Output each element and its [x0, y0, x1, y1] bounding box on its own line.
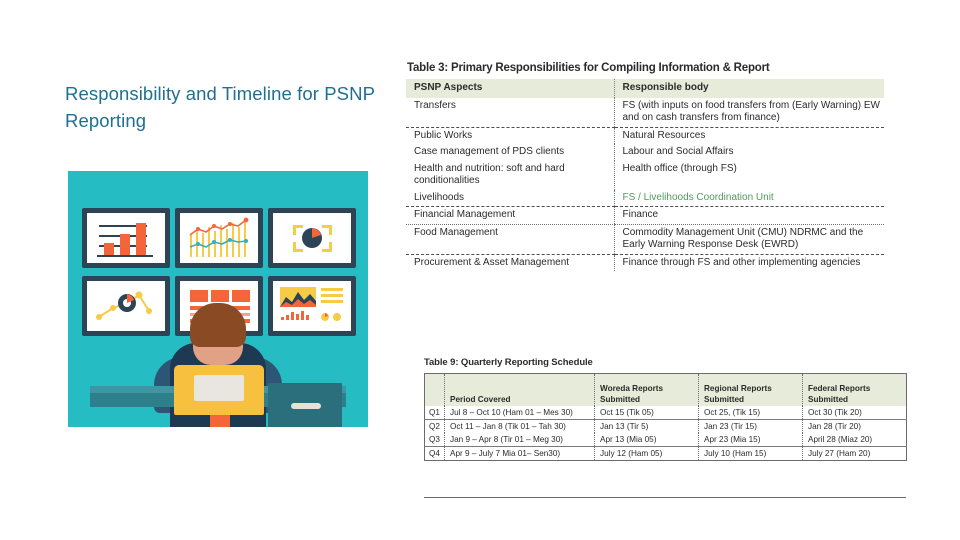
period-cell: Jul 8 – Oct 10 (Ham 01 – Mes 30) — [445, 406, 595, 420]
table-primary-responsibilities: PSNP Aspects Responsible body Transfers … — [406, 79, 884, 271]
body-cell: FS (with inputs on food transfers from (… — [614, 98, 884, 128]
data-analyst-dashboard-illustration — [68, 171, 368, 427]
table9-caption: Table 9: Quarterly Reporting Schedule — [424, 357, 593, 368]
table-quarterly-reporting-schedule: Period Covered Woreda Reports Submitted … — [424, 373, 907, 461]
table-row: Public Works Natural Resources — [406, 127, 884, 144]
period-cell: Oct 11 – Jan 8 (Tik 01 – Tah 30) — [445, 420, 595, 434]
table9-bottom-border — [424, 497, 906, 498]
aspect-cell: Health and nutrition: soft and hard cond… — [406, 161, 614, 190]
woreda-cell: Oct 15 (Tik 05) — [595, 406, 699, 420]
col-federal-line2: Submitted — [808, 395, 848, 404]
body-cell-livelihoods: FS / Livelihoods Coordination Unit — [614, 190, 884, 207]
body-cell: Health office (through FS) — [614, 161, 884, 190]
table-row: Q4 Apr 9 – July 7 Mia 01– Sen30) July 12… — [425, 447, 907, 461]
table3-caption: Table 3: Primary Responsibilities for Co… — [407, 62, 770, 74]
trend-lines-svg — [180, 213, 258, 263]
table3-header-row: PSNP Aspects Responsible body — [406, 79, 884, 98]
body-cell: Natural Resources — [614, 127, 884, 144]
table9-col-period: Period Covered — [445, 374, 595, 407]
scatter-donut-screen — [87, 281, 165, 331]
table9-header-row: Period Covered Woreda Reports Submitted … — [425, 374, 907, 407]
area-chart-monitor — [268, 276, 356, 336]
table-row: Financial Management Finance — [406, 207, 884, 225]
federal-cell: July 27 (Ham 20) — [803, 447, 907, 461]
table-row: Q2 Oct 11 – Jan 8 (Tik 01 – Tah 30) Jan … — [425, 420, 907, 434]
woreda-cell: Apr 13 (Mia 05) — [595, 433, 699, 447]
period-cell: Jan 9 – Apr 8 (Tir 01 – Meg 30) — [445, 433, 595, 447]
scatter-donut-monitor — [82, 276, 170, 336]
period-cell: Apr 9 – July 7 Mia 01– Sen30) — [445, 447, 595, 461]
pie-icon — [273, 213, 351, 263]
aspect-cell: Financial Management — [406, 207, 614, 225]
federal-cell: Oct 30 (Tik 20) — [803, 406, 907, 420]
area-svg — [273, 281, 351, 331]
table9-col-regional: Regional Reports Submitted — [699, 374, 803, 407]
bar-chart-screen — [87, 213, 165, 263]
bar-1 — [104, 243, 114, 255]
bar-chart-monitor — [82, 208, 170, 268]
aspect-cell: Livelihoods — [406, 190, 614, 207]
bar-3 — [136, 223, 146, 255]
pie-focus-monitor — [268, 208, 356, 268]
col-woreda-line2: Submitted — [600, 395, 640, 404]
table-row: Procurement & Asset Management Finance t… — [406, 254, 884, 271]
quarter-cell: Q4 — [425, 447, 445, 461]
area-chart-screen — [273, 281, 351, 331]
aspect-cell: Public Works — [406, 127, 614, 144]
table9-col-federal: Federal Reports Submitted — [803, 374, 907, 407]
line-chart-monitor — [175, 208, 263, 268]
quarter-cell: Q3 — [425, 433, 445, 447]
table-row: Health and nutrition: soft and hard cond… — [406, 161, 884, 190]
body-cell: Labour and Social Affairs — [614, 144, 884, 161]
col-woreda-line1: Woreda Reports — [600, 384, 663, 393]
regional-cell: July 10 (Ham 15) — [699, 447, 803, 461]
col-period-line2: Period Covered — [450, 395, 511, 404]
body-cell: Finance through FS and other implementin… — [614, 254, 884, 271]
col-regional-line1: Regional Reports — [704, 384, 772, 393]
table3-col-psnp-aspects: PSNP Aspects — [406, 79, 614, 98]
federal-cell: Jan 28 (Tir 20) — [803, 420, 907, 434]
scatter-svg — [87, 281, 165, 331]
table-row: Transfers FS (with inputs on food transf… — [406, 98, 884, 128]
person-hair — [190, 303, 246, 347]
table-row: Livelihoods FS / Livelihoods Coordinatio… — [406, 190, 884, 207]
table9-col-woreda: Woreda Reports Submitted — [595, 374, 699, 407]
col-federal-line1: Federal Reports — [808, 384, 870, 393]
woreda-cell: July 12 (Ham 05) — [595, 447, 699, 461]
drawer-handle — [291, 403, 321, 409]
aspect-cell: Transfers — [406, 98, 614, 128]
aspect-cell: Procurement & Asset Management — [406, 254, 614, 271]
quarter-cell: Q1 — [425, 406, 445, 420]
aspect-cell: Food Management — [406, 224, 614, 254]
quarter-cell: Q2 — [425, 420, 445, 434]
aspect-cell: Case management of PDS clients — [406, 144, 614, 161]
woreda-cell: Jan 13 (Tir 5) — [595, 420, 699, 434]
page-title: Responsibility and Timeline for PSNP Rep… — [65, 80, 385, 134]
bar-2 — [120, 234, 130, 255]
pie-focus-screen — [273, 213, 351, 263]
regional-cell: Apr 23 (Mia 15) — [699, 433, 803, 447]
body-cell: Finance — [614, 207, 884, 225]
regional-cell: Oct 25, (Tik 15) — [699, 406, 803, 420]
body-cell: Commodity Management Unit (CMU) NDRMC an… — [614, 224, 884, 254]
table-row: Q3 Jan 9 – Apr 8 (Tir 01 – Meg 30) Apr 1… — [425, 433, 907, 447]
slide-canvas: Responsibility and Timeline for PSNP Rep… — [0, 0, 960, 540]
table9-col-quarter — [425, 374, 445, 407]
table-row: Food Management Commodity Management Uni… — [406, 224, 884, 254]
regional-cell: Jan 23 (Tir 15) — [699, 420, 803, 434]
laptop-screen — [194, 375, 244, 401]
federal-cell: April 28 (Miaz 20) — [803, 433, 907, 447]
col-regional-line2: Submitted — [704, 395, 744, 404]
table3-col-responsible-body: Responsible body — [614, 79, 884, 98]
table-row: Case management of PDS clients Labour an… — [406, 144, 884, 161]
table-row: Q1 Jul 8 – Oct 10 (Ham 01 – Mes 30) Oct … — [425, 406, 907, 420]
line-chart-screen — [180, 213, 258, 263]
